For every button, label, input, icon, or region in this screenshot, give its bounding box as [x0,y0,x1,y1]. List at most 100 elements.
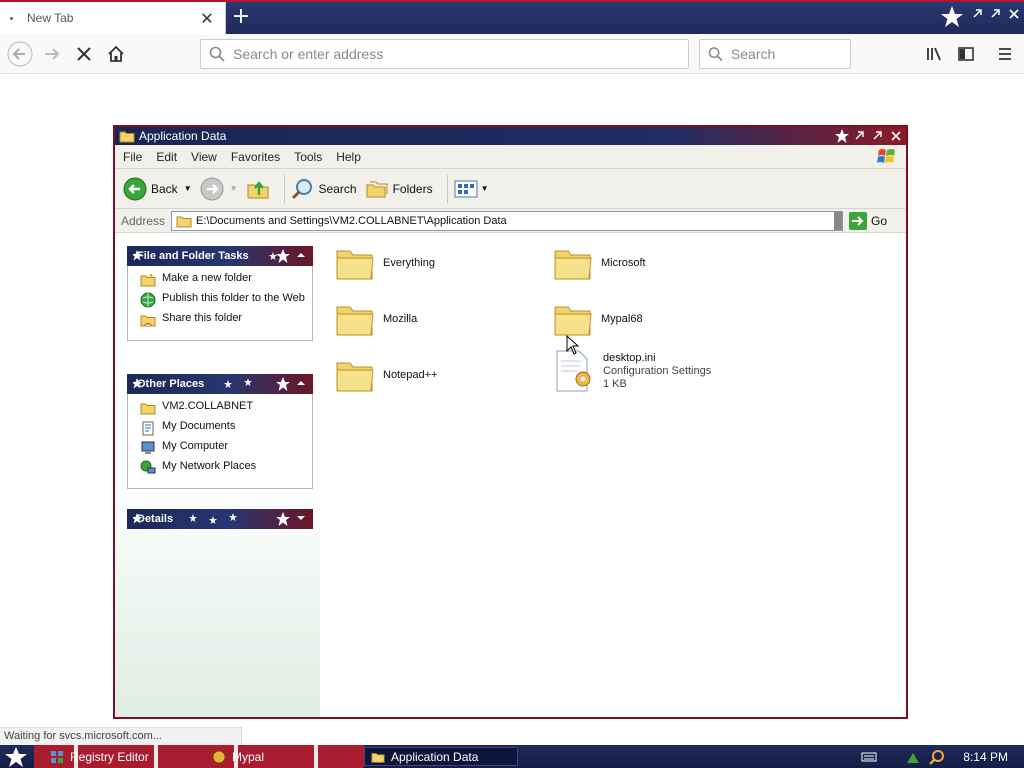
menu-bar: File Edit View Favorites Tools Help [115,145,906,169]
up-folder-button[interactable] [246,177,270,201]
search-tray-icon[interactable] [929,749,945,765]
folders-label: Folders [392,181,433,196]
browser-tab-new[interactable]: New Tab ✕ [0,2,226,34]
chevron-down-icon: ▼ [183,184,192,193]
place-my-documents[interactable]: My Documents [140,420,312,436]
search-icon [209,46,225,62]
maximize-window-button[interactable] [988,6,1004,22]
forward-arrow-icon [200,177,224,200]
computer-icon [141,441,155,454]
task-label: Mypal [232,749,265,764]
place-vm2-collabnet[interactable]: VM2.COLLABNET [140,400,312,416]
home-button[interactable] [102,40,130,68]
panel-header[interactable]: File and Folder Tasks [127,246,313,266]
start-button[interactable] [4,746,28,768]
menu-file[interactable]: File [123,150,150,164]
sidebar-icon [958,47,974,61]
folder-icon [336,250,374,280]
task-label: Publish this folder to the Web [162,292,305,304]
menu-button[interactable] [991,40,1019,68]
task-share-folder[interactable]: Share this folder [140,312,312,328]
config-file-icon [556,350,591,392]
minimize-button[interactable] [852,128,868,144]
menu-favorites[interactable]: Favorites [231,150,288,164]
close-tab-icon[interactable]: ✕ [199,9,215,28]
expand-chevron-icon[interactable] [295,512,307,524]
task-pane: File and Folder Tasks Make a new folder … [115,235,320,717]
panel-title: File and Folder Tasks [137,250,249,262]
place-label: VM2.COLLABNET [162,400,254,412]
task-make-new-folder[interactable]: Make a new folder [140,272,312,288]
task-label: Make a new folder [162,272,252,284]
library-button[interactable] [920,40,948,68]
file-folder-tasks-panel: File and Folder Tasks Make a new folder … [127,246,313,341]
task-registry-editor[interactable]: Registry Editor [44,747,204,766]
url-bar[interactable] [200,39,689,69]
go-button[interactable]: Go [849,211,888,230]
task-publish-folder[interactable]: Publish this folder to the Web [140,292,312,308]
search-input[interactable] [730,46,850,62]
browser-status: Waiting for svcs.microsoft.com... [0,727,242,745]
search-icon [708,47,723,62]
explorer-window: Application Data File Edit View Favorite… [113,125,908,719]
address-input[interactable]: E:\Documents and Settings\VM2.COLLABNET\… [171,210,844,231]
library-icon [927,47,941,61]
network-icon [140,460,156,474]
task-mypal[interactable]: Mypal [206,747,356,766]
minimize-window-button[interactable] [970,6,986,22]
close-window-button[interactable] [1006,6,1022,22]
network-tray-icon[interactable] [905,749,921,765]
folder-notepad-plus-plus[interactable]: Notepad++ [335,355,437,395]
new-folder-icon [140,273,156,287]
menu-help[interactable]: Help [336,150,369,164]
go-label: Go [871,213,888,228]
system-tray: 8:14 PM [853,745,1024,768]
keyboard-icon[interactable] [861,749,877,765]
folder-icon [119,131,135,143]
windows-logo-icon [877,149,895,163]
stop-button[interactable] [70,40,98,68]
details-panel: Details [127,509,313,529]
search-button[interactable]: Search [291,177,357,201]
close-button[interactable] [888,128,904,144]
forward-button[interactable] [38,40,66,68]
panel-header[interactable]: Other Places [127,374,313,394]
address-dropdown-handle[interactable] [834,211,843,230]
toolbar-separator [283,174,285,203]
share-folder-icon [140,315,156,327]
url-input[interactable] [233,46,665,62]
star-icon [941,6,963,27]
go-arrow-icon [849,211,868,230]
file-list: Everything Microsoft Mozilla Mypal68 Not… [333,235,906,717]
views-button[interactable]: ▼ [454,179,489,199]
folder-mozilla[interactable]: Mozilla [335,299,417,339]
collapse-chevron-icon[interactable] [295,377,307,389]
back-button[interactable] [6,40,34,68]
other-places-panel: Other Places VM2.COLLABNET My Documents [127,374,313,489]
folder-icon [371,752,385,763]
task-application-data[interactable]: Application Data [364,747,518,766]
maximize-button[interactable] [870,128,886,144]
folder-mypal68[interactable]: Mypal68 [553,299,643,339]
folder-everything[interactable]: Everything [335,243,435,283]
home-icon [108,45,124,62]
folders-button[interactable]: Folders [365,177,433,201]
forward-button[interactable]: ▼ [200,177,238,201]
menu-view[interactable]: View [191,150,225,164]
panel-header[interactable]: Details [127,509,313,529]
search-bar[interactable] [699,39,851,69]
place-my-computer[interactable]: My Computer [140,440,312,456]
menu-tools[interactable]: Tools [294,150,330,164]
window-titlebar[interactable]: Application Data [115,127,906,145]
new-tab-button[interactable]: + [229,4,253,32]
file-desktop-ini[interactable]: desktop.ini Configuration Settings 1 KB [553,349,711,393]
back-button[interactable]: Back ▼ [123,177,192,201]
place-label: My Computer [162,440,229,452]
collapse-chevron-icon[interactable] [295,249,307,261]
stop-icon [77,47,91,61]
sidebar-button[interactable] [952,40,980,68]
menu-edit[interactable]: Edit [156,150,185,164]
folder-microsoft[interactable]: Microsoft [553,243,646,283]
registry-editor-icon [51,750,63,763]
place-my-network-places[interactable]: My Network Places [140,460,312,476]
